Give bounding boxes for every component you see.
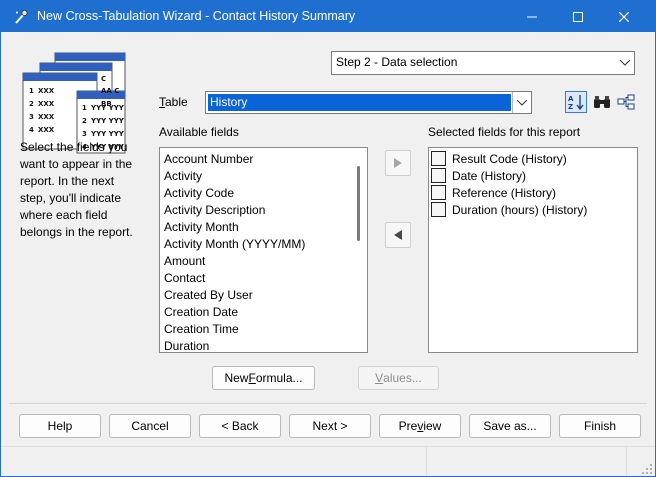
close-button[interactable] xyxy=(601,1,647,32)
next-button[interactable]: Next > xyxy=(289,414,371,438)
help-button[interactable]: Help xyxy=(19,414,101,438)
list-item[interactable]: Contact xyxy=(164,271,205,288)
instructions-text: Select the fields you want to appear in … xyxy=(20,140,133,239)
maximize-button[interactable] xyxy=(555,1,601,32)
field-marker-box xyxy=(431,168,446,183)
minimize-icon xyxy=(527,16,537,17)
svg-text:YYY YYY: YYY YYY xyxy=(90,130,125,138)
list-item[interactable]: Activity Month (YYYY/MM) xyxy=(164,237,305,254)
status-bar xyxy=(1,446,655,476)
binoculars-icon xyxy=(594,96,610,108)
available-fields-list[interactable]: Account Number Activity Activity Code Ac… xyxy=(159,147,368,353)
tree-view-button[interactable] xyxy=(615,91,637,113)
svg-text:4: 4 xyxy=(29,126,34,134)
chevron-down-icon xyxy=(512,92,531,113)
svg-text:1: 1 xyxy=(82,104,87,112)
field-marker-box xyxy=(431,185,446,200)
table-label: Table xyxy=(159,95,188,109)
svg-text:YYY YYY: YYY YYY xyxy=(90,117,125,125)
table-select[interactable]: History xyxy=(205,91,532,114)
window-title: New Cross-Tabulation Wizard - Contact Hi… xyxy=(37,9,356,23)
list-item[interactable]: Creation Time xyxy=(164,322,239,339)
step-select[interactable]: Step 2 - Data selection xyxy=(331,51,635,75)
svg-text:AA C: AA C xyxy=(101,87,119,95)
table-select-highlight xyxy=(208,94,511,111)
svg-text:Z: Z xyxy=(568,103,573,111)
svg-text:YYY YYY: YYY YYY xyxy=(90,104,125,112)
maximize-icon xyxy=(573,11,583,22)
step-select-value: Step 2 - Data selection xyxy=(336,55,458,69)
svg-text:A: A xyxy=(568,95,574,103)
values-button[interactable]: Values... xyxy=(358,366,439,390)
status-divider xyxy=(426,447,427,476)
tree-view-icon xyxy=(617,94,635,110)
svg-text:XXX: XXX xyxy=(38,113,55,121)
field-marker-box xyxy=(431,151,446,166)
field-marker-box xyxy=(431,202,446,217)
list-item[interactable]: Created By User xyxy=(164,288,253,305)
list-item[interactable]: Amount xyxy=(164,254,205,271)
finish-button[interactable]: Finish xyxy=(559,414,641,438)
remove-field-button[interactable] xyxy=(385,222,411,248)
resize-grip-icon[interactable] xyxy=(641,463,653,475)
footer-divider xyxy=(9,403,647,404)
svg-text:1: 1 xyxy=(29,87,34,95)
arrow-right-icon xyxy=(394,158,402,168)
cancel-button[interactable]: Cancel xyxy=(109,414,191,438)
list-item[interactable]: Duration xyxy=(164,339,209,352)
svg-text:XXX: XXX xyxy=(38,126,55,134)
sort-button[interactable]: A Z xyxy=(565,91,587,113)
svg-text:2: 2 xyxy=(82,117,87,125)
svg-text:XXX: XXX xyxy=(38,100,55,108)
svg-text:3: 3 xyxy=(29,113,34,121)
arrow-left-icon xyxy=(394,230,402,240)
svg-text:XXX: XXX xyxy=(38,87,55,95)
minimize-button[interactable] xyxy=(509,1,555,32)
sort-az-icon: A Z xyxy=(568,95,584,111)
list-item[interactable]: Activity Code xyxy=(164,186,234,203)
table-select-value: History xyxy=(210,95,248,109)
list-item[interactable]: Activity Month xyxy=(164,220,239,237)
available-fields-label: Available fields xyxy=(159,125,239,139)
add-field-button[interactable] xyxy=(385,150,411,176)
preview-button[interactable]: Pre v iew xyxy=(379,414,461,438)
close-icon xyxy=(619,11,629,22)
list-item[interactable]: Activity xyxy=(164,169,202,186)
list-item[interactable]: Creation Date xyxy=(164,305,238,322)
new-formula-button[interactable]: New Formula... xyxy=(212,366,315,390)
chevron-down-icon xyxy=(616,52,634,74)
list-item[interactable]: Account Number xyxy=(164,152,253,169)
list-item[interactable]: Activity Description xyxy=(164,203,265,220)
svg-text:C: C xyxy=(101,75,106,83)
selected-fields-list[interactable]: Result Code (History) Date (History) Ref… xyxy=(428,147,638,353)
back-button[interactable]: < Back xyxy=(199,414,281,438)
find-button[interactable] xyxy=(591,91,613,113)
status-divider xyxy=(626,447,627,476)
title-bar[interactable]: New Cross-Tabulation Wizard - Contact Hi… xyxy=(1,1,655,32)
wizard-wand-icon xyxy=(15,10,28,24)
scrollbar-thumb[interactable] xyxy=(357,166,360,241)
save-as-button[interactable]: Save as... xyxy=(469,414,551,438)
svg-text:3: 3 xyxy=(82,130,87,138)
wizard-window: New Cross-Tabulation Wizard - Contact Hi… xyxy=(0,0,656,477)
svg-text:2: 2 xyxy=(29,100,34,108)
selected-fields-label: Selected fields for this report xyxy=(428,125,581,139)
